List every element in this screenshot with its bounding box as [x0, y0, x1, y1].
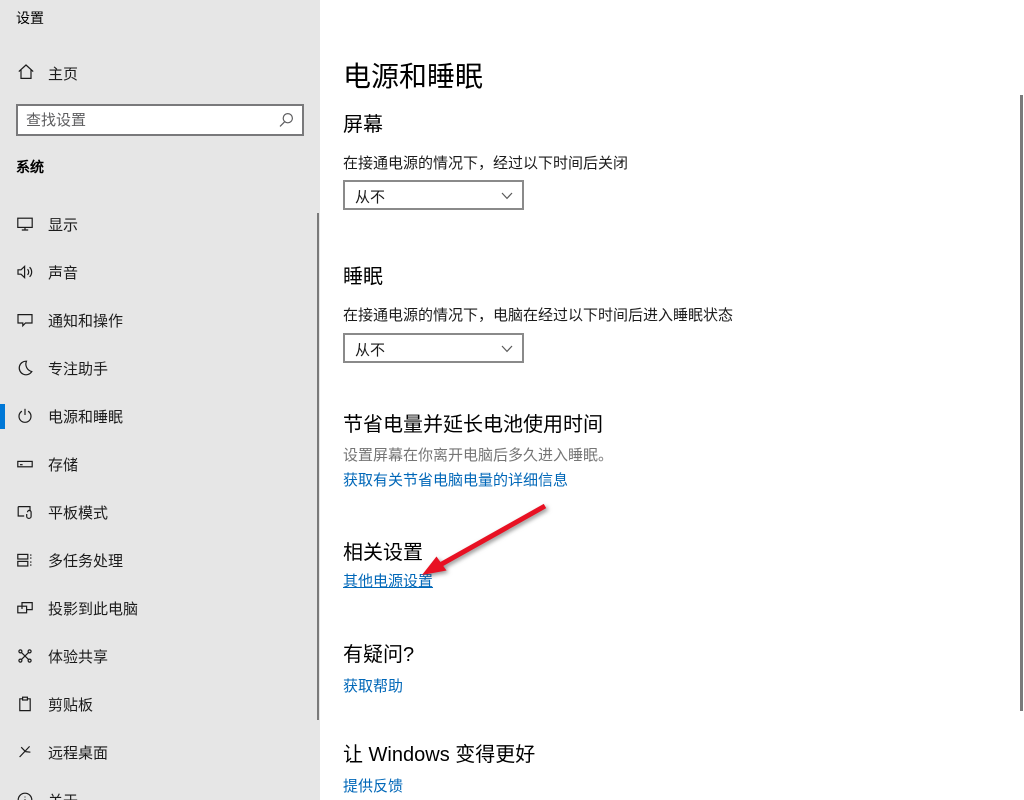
sidebar-item-label: 投影到此电脑 [48, 598, 138, 619]
sidebar-item-projecting[interactable]: 投影到此电脑 [0, 588, 320, 628]
page-title: 电源和睡眠 [343, 55, 483, 95]
sleep-heading: 睡眠 [343, 260, 383, 289]
feedback-heading: 让 Windows 变得更好 [343, 738, 535, 767]
sidebar-item-tablet-mode[interactable]: 平板模式 [0, 492, 320, 532]
sidebar-item-power-sleep[interactable]: 电源和睡眠 [0, 396, 320, 436]
get-help-link[interactable]: 获取帮助 [343, 675, 403, 696]
main-scrollbar[interactable] [1020, 95, 1023, 711]
sidebar-item-multitasking[interactable]: 多任务处理 [0, 540, 320, 580]
sidebar-item-label: 体验共享 [48, 646, 108, 667]
settings-window: 设置 主页 系统 [0, 0, 1024, 800]
search-icon[interactable] [277, 111, 295, 129]
sidebar-group-system: 系统 [16, 157, 44, 177]
sleep-label: 在接通电源的情况下，电脑在经过以下时间后进入睡眠状态 [343, 304, 733, 325]
sidebar-item-shared-experiences[interactable]: 体验共享 [0, 636, 320, 676]
sidebar-item-label: 主页 [48, 63, 78, 84]
chevron-down-icon [501, 345, 513, 353]
screen-timeout-value: 从不 [355, 186, 385, 207]
sidebar-item-notifications[interactable]: 通知和操作 [0, 300, 320, 340]
storage-icon [16, 455, 34, 473]
give-feedback-link[interactable]: 提供反馈 [343, 775, 403, 796]
screen-heading: 屏幕 [343, 108, 383, 137]
sidebar-item-label: 声音 [48, 262, 78, 283]
sidebar-item-label: 专注助手 [48, 358, 108, 379]
sidebar-item-label: 剪贴板 [48, 694, 93, 715]
search-input[interactable] [26, 106, 276, 134]
sidebar: 设置 主页 系统 [0, 0, 320, 800]
sidebar-item-storage[interactable]: 存储 [0, 444, 320, 484]
sidebar-item-remote-desktop[interactable]: 远程桌面 [0, 732, 320, 772]
sidebar-item-clipboard[interactable]: 剪贴板 [0, 684, 320, 724]
sidebar-item-about[interactable]: 关于 [0, 780, 320, 800]
related-settings-heading: 相关设置 [343, 536, 423, 565]
screen-label: 在接通电源的情况下，经过以下时间后关闭 [343, 152, 628, 173]
sidebar-item-label: 远程桌面 [48, 742, 108, 763]
search-box[interactable] [16, 104, 304, 136]
screen-timeout-dropdown[interactable]: 从不 [343, 180, 524, 210]
shared-experiences-icon [16, 647, 34, 665]
sleep-timeout-value: 从不 [355, 339, 385, 360]
window-title: 设置 [16, 8, 44, 28]
battery-heading: 节省电量并延长电池使用时间 [343, 408, 603, 437]
sidebar-item-label: 平板模式 [48, 502, 108, 523]
sidebar-item-focus-assist[interactable]: 专注助手 [0, 348, 320, 388]
sidebar-item-sound[interactable]: 声音 [0, 252, 320, 292]
clipboard-icon [16, 695, 34, 713]
multitasking-icon [16, 551, 34, 569]
sidebar-item-label: 通知和操作 [48, 310, 123, 331]
home-icon [17, 63, 35, 81]
sidebar-item-label: 存储 [48, 454, 78, 475]
chevron-down-icon [501, 192, 513, 200]
battery-info-link[interactable]: 获取有关节省电脑电量的详细信息 [343, 469, 568, 490]
power-icon [16, 407, 34, 425]
sidebar-item-display[interactable]: 显示 [0, 204, 320, 244]
projecting-icon [16, 599, 34, 617]
tablet-mode-icon [16, 503, 34, 521]
remote-desktop-icon [16, 743, 34, 761]
sidebar-item-label: 多任务处理 [48, 550, 123, 571]
questions-heading: 有疑问? [343, 638, 414, 667]
focus-assist-icon [16, 359, 34, 377]
sleep-timeout-dropdown[interactable]: 从不 [343, 333, 524, 363]
battery-description: 设置屏幕在你离开电脑后多久进入睡眠。 [343, 444, 613, 465]
sidebar-scrollbar[interactable] [317, 213, 319, 720]
notifications-icon [16, 311, 34, 329]
display-icon [16, 215, 34, 233]
sidebar-item-home[interactable]: 主页 [0, 52, 320, 92]
selected-accent-bar [0, 404, 5, 429]
sound-icon [16, 263, 34, 281]
main-content: 电源和睡眠 屏幕 在接通电源的情况下，经过以下时间后关闭 从不 睡眠 在接通电源… [320, 0, 1024, 800]
sidebar-item-label: 关于 [48, 790, 78, 800]
about-icon [16, 791, 34, 800]
additional-power-settings-link[interactable]: 其他电源设置 [343, 570, 433, 591]
sidebar-item-label: 电源和睡眠 [48, 406, 123, 427]
sidebar-item-label: 显示 [48, 214, 78, 235]
